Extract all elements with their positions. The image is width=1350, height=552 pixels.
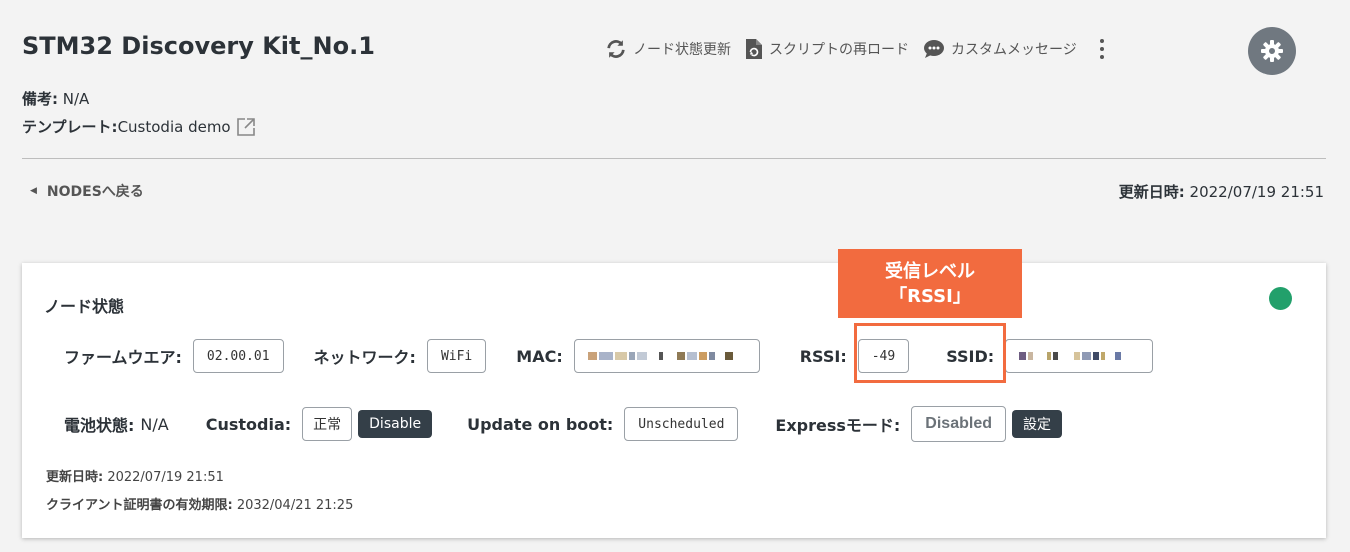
- refresh-icon: [607, 40, 625, 58]
- network-value: WiFi: [426, 339, 487, 373]
- card-updated-value: 2022/07/19 21:51: [103, 470, 224, 485]
- caret-left-icon: ◀: [30, 186, 37, 196]
- template-info: テンプレート: Custodia demo: [22, 116, 256, 137]
- reload-script-label: スクリプトの再ロード: [769, 42, 909, 58]
- update-on-boot-value: Unscheduled: [624, 407, 739, 441]
- certificate-expiry-label: クライアント証明書の有効期限:: [46, 498, 233, 513]
- update-on-boot-label: Update on boot:: [467, 414, 614, 434]
- custom-message-label: カスタムメッセージ: [951, 42, 1077, 58]
- battery-label: 電池状態:: [64, 416, 135, 435]
- remark-value: N/A: [58, 90, 90, 108]
- settings-button[interactable]: [1248, 27, 1296, 75]
- card-updated-label: 更新日時:: [46, 470, 104, 485]
- node-status-card: ノード状態 ファームウエア: 02.00.01 ネットワーク: WiFi MAC…: [22, 263, 1326, 538]
- refresh-node-status-label: ノード状態更新: [633, 42, 731, 58]
- updated-label: 更新日時:: [1118, 183, 1185, 201]
- status-row-2: 電池状態: N/A Custodia: 正常 Disable Update on…: [64, 405, 1062, 443]
- custom-message-button[interactable]: カスタムメッセージ: [923, 39, 1077, 59]
- express-mode-value: Disabled: [911, 406, 1006, 442]
- chat-bubble-icon: [924, 40, 944, 58]
- mac-label: MAC:: [516, 346, 563, 366]
- card-title: ノード状態: [44, 297, 125, 316]
- mac-value-redacted: [573, 339, 760, 373]
- rssi-annotation-line2: 「RSSI」: [889, 285, 971, 307]
- ssid-value-redacted: [1005, 339, 1154, 373]
- back-to-nodes-label: NODESへ戻る: [46, 184, 144, 200]
- status-indicator: [1269, 287, 1292, 310]
- remark: 備考: N/A: [22, 88, 89, 109]
- redacted-mac: [587, 352, 733, 360]
- template-value: Custodia demo: [117, 117, 231, 136]
- express-mode-settings-button[interactable]: 設定: [1011, 410, 1062, 438]
- remark-label: 備考:: [22, 90, 58, 108]
- card-updated-at: 更新日時: 2022/07/19 21:51: [46, 466, 224, 485]
- back-to-nodes-link[interactable]: ◀ NODESへ戻る: [30, 181, 144, 201]
- custodia-disable-button[interactable]: Disable: [358, 410, 433, 438]
- firmware-value: 02.00.01: [192, 339, 284, 373]
- rssi-annotation-callout: 受信レベル 「RSSI」: [838, 249, 1022, 318]
- template-label: テンプレート:: [22, 118, 118, 136]
- more-options-icon[interactable]: [1095, 34, 1109, 64]
- battery-value: N/A: [140, 414, 169, 434]
- custodia-status: 正常: [302, 407, 353, 441]
- header-divider: [22, 158, 1326, 159]
- certificate-expiry-value: 2032/04/21 21:25: [232, 498, 354, 513]
- express-mode-label: Expressモード:: [775, 416, 901, 435]
- refresh-node-status-button[interactable]: ノード状態更新: [605, 38, 731, 60]
- reload-script-button[interactable]: スクリプトの再ロード: [745, 38, 909, 60]
- redacted-ssid: [1019, 352, 1122, 360]
- rssi-highlight-frame: [854, 323, 1006, 383]
- page-updated-at: 更新日時: 2022/07/19 21:51: [1119, 181, 1324, 202]
- network-label: ネットワーク:: [313, 348, 416, 367]
- gear-icon: [1261, 40, 1283, 62]
- updated-value: 2022/07/19 21:51: [1184, 183, 1324, 201]
- rssi-annotation-line1: 受信レベル: [885, 260, 975, 282]
- external-link-icon[interactable]: [236, 117, 256, 137]
- firmware-label: ファームウエア:: [64, 348, 182, 367]
- header-toolbar: ノード状態更新 スクリプトの再ロード カスタムメッセージ: [605, 34, 1109, 64]
- custodia-label: Custodia:: [205, 414, 292, 434]
- rssi-label: RSSI:: [799, 346, 847, 366]
- file-reload-icon: [746, 39, 762, 59]
- page-title: STM32 Discovery Kit_No.1: [22, 32, 375, 60]
- certificate-expiry: クライアント証明書の有効期限: 2032/04/21 21:25: [46, 494, 353, 513]
